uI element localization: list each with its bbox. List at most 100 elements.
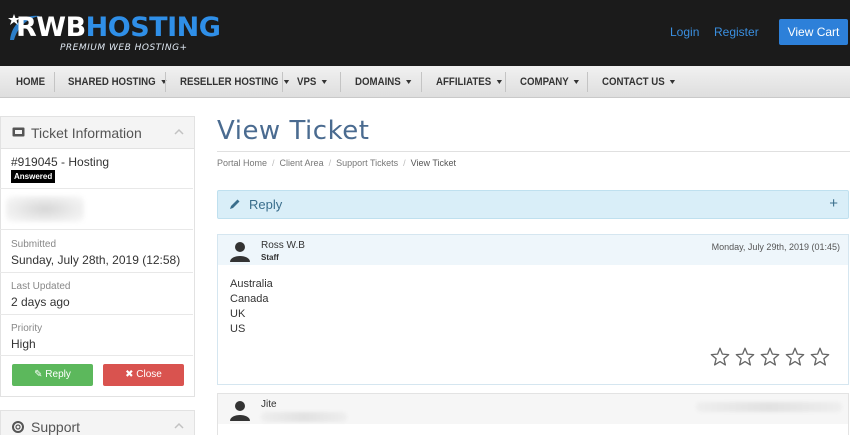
site-logo[interactable]: RWBHOSTING PREMIUM WEB HOSTING+ [6, 10, 221, 56]
nav-item-domains[interactable]: DOMAINS [355, 66, 412, 98]
caret-down-icon [496, 80, 502, 85]
caret-down-icon [405, 80, 412, 85]
nav-item-label: COMPANY [520, 76, 569, 88]
login-link[interactable]: Login [670, 25, 699, 39]
ticket-icon [12, 127, 25, 137]
page-title: View Ticket [217, 116, 370, 146]
nav-item-label: DOMAINS [355, 76, 401, 88]
rating-stars [710, 347, 830, 366]
breadcrumb-separator: / [328, 158, 332, 168]
breadcrumb: Portal Home / Client Area / Support Tickets /… [217, 158, 456, 168]
title-divider [217, 151, 850, 152]
nav-divider [340, 72, 341, 92]
life-ring-icon [12, 421, 24, 433]
breadcrumb-view-ticket: View Ticket [410, 158, 456, 168]
user-avatar-icon [230, 401, 250, 421]
panel-title: Ticket Information [31, 125, 142, 141]
nav-divider [505, 72, 506, 92]
redacted-date [696, 402, 842, 412]
divider [0, 272, 193, 273]
support-panel: Support [0, 410, 195, 435]
star-outline-icon[interactable] [760, 347, 780, 366]
breadcrumb-portal-home[interactable]: Portal Home [217, 158, 267, 168]
nav-item-label: AFFILIATES [436, 76, 492, 88]
last-updated-label: Last Updated [11, 281, 71, 292]
message-header: Ross W.B Staff Monday, July 29th, 2019 (… [218, 235, 848, 265]
message-line: Australia [230, 278, 273, 290]
site-header: RWBHOSTING PREMIUM WEB HOSTING+ Login Re… [0, 0, 850, 66]
breadcrumb-client-area[interactable]: Client Area [280, 158, 324, 168]
expand-plus-icon[interactable]: + [829, 195, 838, 212]
message-line: UK [230, 308, 246, 320]
caret-down-icon [574, 80, 580, 85]
message-author: Jite [261, 399, 277, 410]
nav-item-label: SHARED HOSTING [68, 76, 156, 88]
star-outline-icon[interactable] [810, 347, 830, 366]
nav-item-label: VPS [297, 76, 317, 88]
breadcrumb-support-tickets[interactable]: Support Tickets [336, 158, 398, 168]
nav-divider [421, 72, 422, 92]
message-line: US [230, 323, 246, 335]
nav-item-vps[interactable]: VPS [297, 66, 327, 98]
nav-item-affiliates[interactable]: AFFILIATES [436, 66, 502, 98]
reply-button-label: Reply [45, 369, 71, 380]
ticket-info-header[interactable]: Ticket Information [1, 117, 194, 149]
logo-tagline: PREMIUM WEB HOSTING+ [60, 43, 188, 53]
divider [0, 355, 193, 356]
nav-item-company[interactable]: COMPANY [520, 66, 580, 98]
nav-item-label: RESELLER HOSTING [180, 76, 279, 88]
close-icon: ✖ [125, 369, 134, 380]
caret-down-icon [670, 80, 676, 85]
user-avatar-icon [230, 242, 250, 262]
register-link[interactable]: Register [714, 25, 759, 39]
nav-item-label: CONTACT US [602, 76, 665, 88]
divider [0, 229, 193, 230]
nav-item-label: HOME [16, 76, 46, 88]
breadcrumb-separator: / [272, 158, 275, 168]
close-button-label: Close [136, 369, 162, 380]
view-cart-button[interactable]: View Cart [779, 19, 848, 45]
logo-wordmark: RWBHOSTING [16, 12, 221, 43]
redacted-field [6, 196, 84, 222]
ticket-message: Jite [217, 393, 849, 435]
reply-panel-label: Reply [249, 197, 283, 212]
logo-rwb: RWB [16, 12, 86, 43]
star-outline-icon[interactable] [735, 347, 755, 366]
submitted-label: Submitted [11, 239, 57, 250]
caret-down-icon [321, 80, 327, 85]
panel-title: Support [31, 419, 81, 435]
close-ticket-button[interactable]: ✖ Close [103, 364, 184, 386]
reply-button[interactable]: ✎ Reply [12, 364, 93, 386]
pencil-icon [230, 199, 240, 209]
divider [0, 188, 193, 189]
nav-divider [587, 72, 588, 92]
nav-item-reseller-hosting[interactable]: RESELLER HOSTING [180, 66, 289, 98]
status-badge: Answered [11, 170, 56, 183]
nav-item-home[interactable]: HOME [16, 66, 45, 98]
star-outline-icon[interactable] [785, 347, 805, 366]
nav-item-shared-hosting[interactable]: SHARED HOSTING [68, 66, 167, 98]
breadcrumb-separator: / [403, 158, 406, 168]
nav-divider [54, 72, 55, 92]
message-line: Canada [230, 293, 269, 305]
star-outline-icon[interactable] [710, 347, 730, 366]
submitted-value: Sunday, July 28th, 2019 (12:58) [11, 253, 181, 267]
message-role: Staff [261, 253, 279, 262]
message-date: Monday, July 29th, 2019 (01:45) [711, 242, 840, 252]
priority-value: High [11, 337, 36, 351]
nav-divider [165, 72, 166, 92]
support-header[interactable]: Support [1, 411, 194, 435]
message-header: Jite [218, 394, 848, 424]
nav-item-contact-us[interactable]: CONTACT US [602, 66, 676, 98]
nav-divider [282, 72, 283, 92]
chevron-up-icon[interactable] [174, 128, 184, 135]
priority-label: Priority [11, 323, 43, 334]
pencil-icon: ✎ [34, 369, 43, 380]
last-updated-value: 2 days ago [11, 295, 70, 309]
main-nav: HOME SHARED HOSTING RESELLER HOSTING VPS… [0, 66, 850, 98]
redacted-field [261, 412, 347, 422]
ticket-id: #919045 - Hosting [11, 155, 110, 169]
reply-panel-toggle[interactable]: Reply + [217, 190, 849, 219]
caret-down-icon [283, 80, 289, 85]
chevron-up-icon[interactable] [174, 422, 184, 429]
